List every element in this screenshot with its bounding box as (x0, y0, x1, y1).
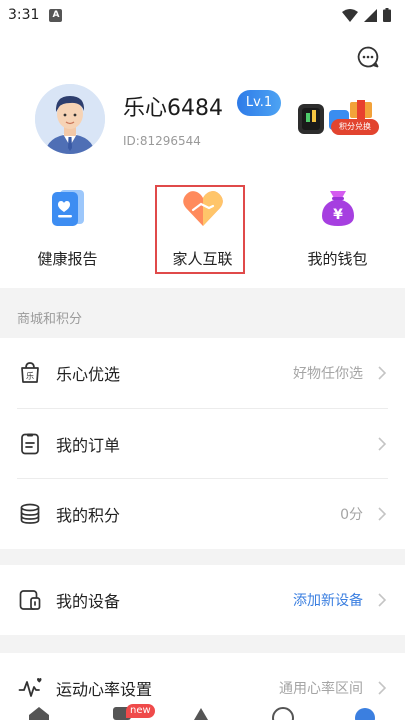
user-id: ID:81296544 (123, 134, 201, 148)
username: 乐心6484 (123, 96, 223, 121)
notification-a-icon: A (49, 8, 63, 22)
chevron-right-icon (378, 366, 387, 380)
row-value-mall: 好物任你选 (293, 366, 363, 382)
home-tab-icon[interactable] (28, 706, 50, 720)
section-gap (0, 635, 405, 653)
row-points[interactable]: 我的积分 0分 (0, 479, 405, 549)
order-icon (21, 433, 39, 455)
row-value-heart-rate: 通用心率区间 (279, 681, 363, 697)
svg-text:乐: 乐 (26, 371, 34, 381)
highlight-box (155, 185, 245, 274)
signal-icon (364, 8, 377, 22)
row-orders[interactable]: 我的订单 (0, 409, 405, 479)
health-report-icon (51, 190, 84, 226)
new-badge: new (126, 704, 155, 718)
bottom-tab-bar (0, 704, 405, 720)
shop-bag-icon: 乐 (21, 362, 39, 383)
row-label-mall: 乐心优选 (56, 365, 121, 384)
device-icon (19, 590, 41, 610)
row-devices[interactable]: 我的设备 添加新设备 (0, 565, 405, 635)
points-exchange-banner[interactable]: 积分兑换 (295, 98, 385, 138)
chevron-right-icon (378, 593, 387, 607)
discover-tab-icon[interactable] (272, 706, 294, 720)
chevron-right-icon (378, 507, 387, 521)
quick-label-wallet: 我的钱包 (307, 250, 368, 268)
row-mall[interactable]: 乐 乐心优选 好物任你选 (0, 338, 405, 408)
status-icons (342, 8, 391, 22)
device-tab-icon[interactable] (190, 706, 212, 720)
row-value-points: 0分 (340, 507, 363, 523)
points-exchange-label: 积分兑换 (331, 119, 379, 135)
status-time: 3:31 (8, 7, 40, 23)
me-tab-icon[interactable] (354, 706, 376, 720)
row-label-points: 我的积分 (56, 506, 121, 525)
row-label-orders: 我的订单 (56, 436, 121, 455)
quick-item-wallet[interactable]: ¥ 我的钱包 (270, 180, 405, 280)
chevron-right-icon (378, 681, 387, 695)
battery-icon (383, 8, 391, 22)
wallet-icon: ¥ (321, 191, 354, 226)
wifi-icon (342, 8, 358, 22)
heart-rate-icon (18, 678, 42, 697)
level-badge[interactable]: Lv.1 (237, 90, 281, 116)
message-icon[interactable] (356, 45, 380, 69)
row-label-devices: 我的设备 (56, 592, 121, 611)
add-device-link[interactable]: 添加新设备 (293, 590, 363, 610)
row-label-heart-rate: 运动心率设置 (56, 680, 153, 699)
section-header-mall-points: 商城和积分 (0, 288, 405, 338)
quick-item-health-report[interactable]: 健康报告 (0, 180, 135, 280)
section-gap (0, 549, 405, 565)
svg-text:¥: ¥ (333, 207, 343, 223)
avatar[interactable] (35, 84, 105, 154)
coins-icon (20, 503, 40, 524)
profile-section: 乐心6484 Lv.1 ID:81296544 积分兑换 (0, 80, 405, 160)
quick-label-health-report: 健康报告 (37, 250, 98, 268)
status-bar: 3:31 A (0, 0, 405, 30)
chevron-right-icon (378, 437, 387, 451)
